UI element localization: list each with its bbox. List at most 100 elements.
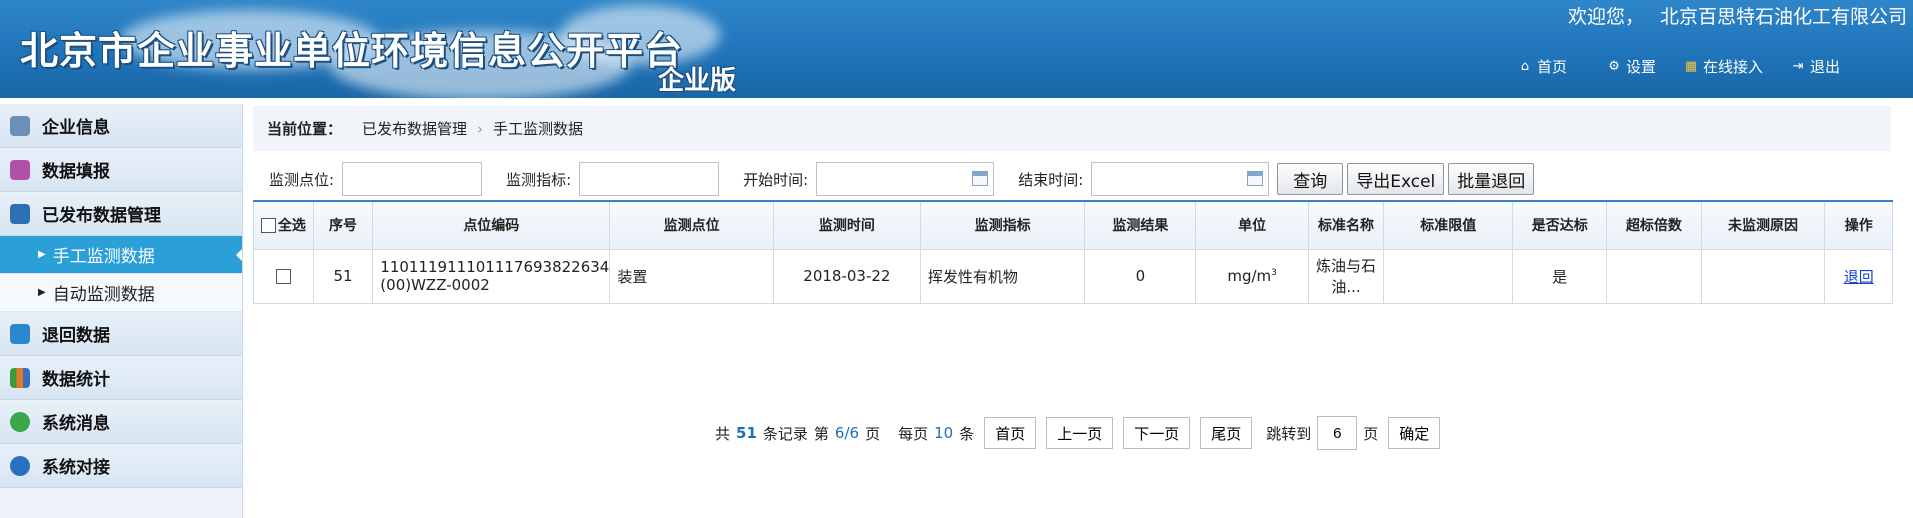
filter-bar: 监测点位: 监测指标: 开始时间: 结束时间: 查询 导出Excel 批量退回 [253,159,1891,199]
sidebar-subitem-auto-monitoring[interactable]: ▶ 自动监测数据 [0,274,242,312]
column-header: 标准名称 [1307,200,1385,250]
sidebar-item-system-integration[interactable]: 系统对接 [0,444,242,488]
sidebar-item-system-messages[interactable]: 系统消息 [0,400,242,444]
sidebar-item-statistics[interactable]: 数据统计 [0,356,242,400]
column-header: 操作 [1824,200,1893,250]
main-content: 当前位置： 已发布数据管理 › 手工监测数据 监测点位: 监测指标: 开始时间:… [243,98,1913,518]
nav-online-label: 在线接入 [1703,58,1764,76]
start-date-input[interactable] [816,162,995,196]
building-icon [10,115,30,136]
breadcrumb-item[interactable]: 已发布数据管理 [362,118,467,139]
column-header: 未监测原因 [1700,200,1826,250]
calendar-icon[interactable] [1247,171,1264,186]
index-cell: 挥发性有机物 [919,248,1086,304]
return-link[interactable]: 退回 [1844,268,1874,286]
nav-home-label: 首页 [1537,58,1568,76]
first-page-button[interactable]: 首页 [984,417,1037,449]
table-row: 51 110111911101117693822634 (00)WZZ-0002 … [253,248,1893,304]
result-cell: 0 [1084,248,1197,304]
pager-jump-prefix: 跳转到 [1266,424,1312,443]
message-icon [10,411,30,432]
next-page-button[interactable]: 下一页 [1123,417,1191,449]
standard-cell: 炼油与石 油... [1307,248,1385,304]
sidebar-subitem-label: 自动监测数据 [52,285,155,305]
pager-total: 51 [736,424,757,442]
select-all-label: 全选 [277,218,306,235]
data-table: 全选 序号 点位编码 监测点位 监测时间 监测指标 监测结果 单位 标准名称 标… [253,200,1893,304]
prev-page-button[interactable]: 上一页 [1046,417,1114,449]
nav-home[interactable]: ⌂ 首页 [1518,56,1567,77]
row-checkbox[interactable] [275,269,291,284]
point-label: 监测点位: [269,170,335,189]
sidebar-item-label: 退回数据 [42,326,110,346]
sidebar-item-company-info[interactable]: 企业信息 [0,104,242,148]
column-header: 监测时间 [772,200,921,250]
reason-cell [1700,248,1826,304]
site-subtitle: 企业版 [658,66,737,96]
pager-total-suffix: 条记录 [762,424,808,443]
table-header-row: 全选 序号 点位编码 监测点位 监测时间 监测指标 监测结果 单位 标准名称 标… [253,200,1893,250]
select-all-checkbox[interactable] [260,217,276,233]
end-date-input[interactable] [1091,162,1270,196]
sidebar-subitem-manual-monitoring[interactable]: ▶ 手工监测数据 [0,236,242,274]
end-time-label: 结束时间: [1018,170,1084,189]
company-name: 北京百思特石油化工有限公司 [1659,6,1907,28]
sidebar-item-returned-data[interactable]: 退回数据 [0,312,242,356]
nav-online-access[interactable]: ▦ 在线接入 [1684,56,1763,77]
pagination: 共 51 条记录 第 6/6 页 每页 10 条 首页 上一页 下一页 尾页 跳… [715,416,1441,450]
welcome-label: 欢迎您， [1567,6,1644,28]
jump-page-input[interactable] [1317,416,1358,450]
logout-icon: ⇥ [1792,58,1804,74]
unit-superscript: 3 [1271,268,1277,278]
pager-per-page: 10 [934,424,954,442]
end-date-wrap [1091,162,1270,196]
gear-icon: ⚙ [1608,58,1620,74]
published-data-icon [10,203,30,224]
pager-jump-suffix: 页 [1363,424,1379,443]
pass-cell: 是 [1512,248,1608,304]
column-header-select-all: 全选 [253,200,314,250]
seq-cell: 51 [312,248,374,304]
point-cell: 装置 [609,248,774,304]
start-date-wrap [816,162,995,196]
chart-icon [10,367,30,388]
chevron-right-icon: › [477,119,484,138]
sidebar-item-data-entry[interactable]: 数据填报 [0,148,242,192]
sidebar-item-label: 系统对接 [42,458,110,478]
welcome-text: 欢迎您， 北京百思特石油化工有限公司 [1568,2,1907,29]
batch-return-button[interactable]: 批量退回 [1448,163,1535,195]
point-input[interactable] [342,162,483,196]
confirm-jump-button[interactable]: 确定 [1388,417,1441,449]
connect-icon [10,455,30,476]
triangle-right-icon: ▶ [38,287,46,298]
nav-settings-label: 设置 [1626,58,1657,76]
return-icon [10,323,30,344]
nav-logout-label: 退出 [1810,58,1841,76]
time-cell: 2018-03-22 [772,248,921,304]
exceed-cell [1606,248,1702,304]
site-title: 北京市企业事业单位环境信息公开平台 [20,28,684,73]
breadcrumb-item: 手工监测数据 [493,120,584,138]
standard-text: 炼油与石 [1316,257,1377,275]
column-header: 监测指标 [919,200,1086,250]
column-header: 监测点位 [609,200,774,250]
sidebar-item-label: 企业信息 [42,118,110,138]
column-header: 监测结果 [1084,200,1197,250]
nav-logout[interactable]: ⇥ 退出 [1791,56,1840,77]
unit-cell: mg/m3 [1195,248,1309,304]
start-time-label: 开始时间: [743,170,809,189]
breadcrumb: 当前位置： 已发布数据管理 › 手工监测数据 [253,106,1891,151]
last-page-button[interactable]: 尾页 [1200,417,1253,449]
triangle-right-icon: ▶ [38,249,46,260]
unit-text: mg/m [1227,267,1272,285]
nav-settings[interactable]: ⚙ 设置 [1607,56,1656,77]
pager-page: 6/6 [834,424,860,442]
calendar-icon[interactable] [972,171,989,186]
index-input[interactable] [579,162,720,196]
query-button[interactable]: 查询 [1277,163,1344,195]
pager-per-page-prefix: 每页 [898,424,929,443]
sidebar-item-label: 数据统计 [42,370,110,390]
row-select-cell [253,248,314,304]
export-excel-button[interactable]: 导出Excel [1347,163,1445,195]
sidebar-item-published-data[interactable]: 已发布数据管理 [0,192,242,236]
